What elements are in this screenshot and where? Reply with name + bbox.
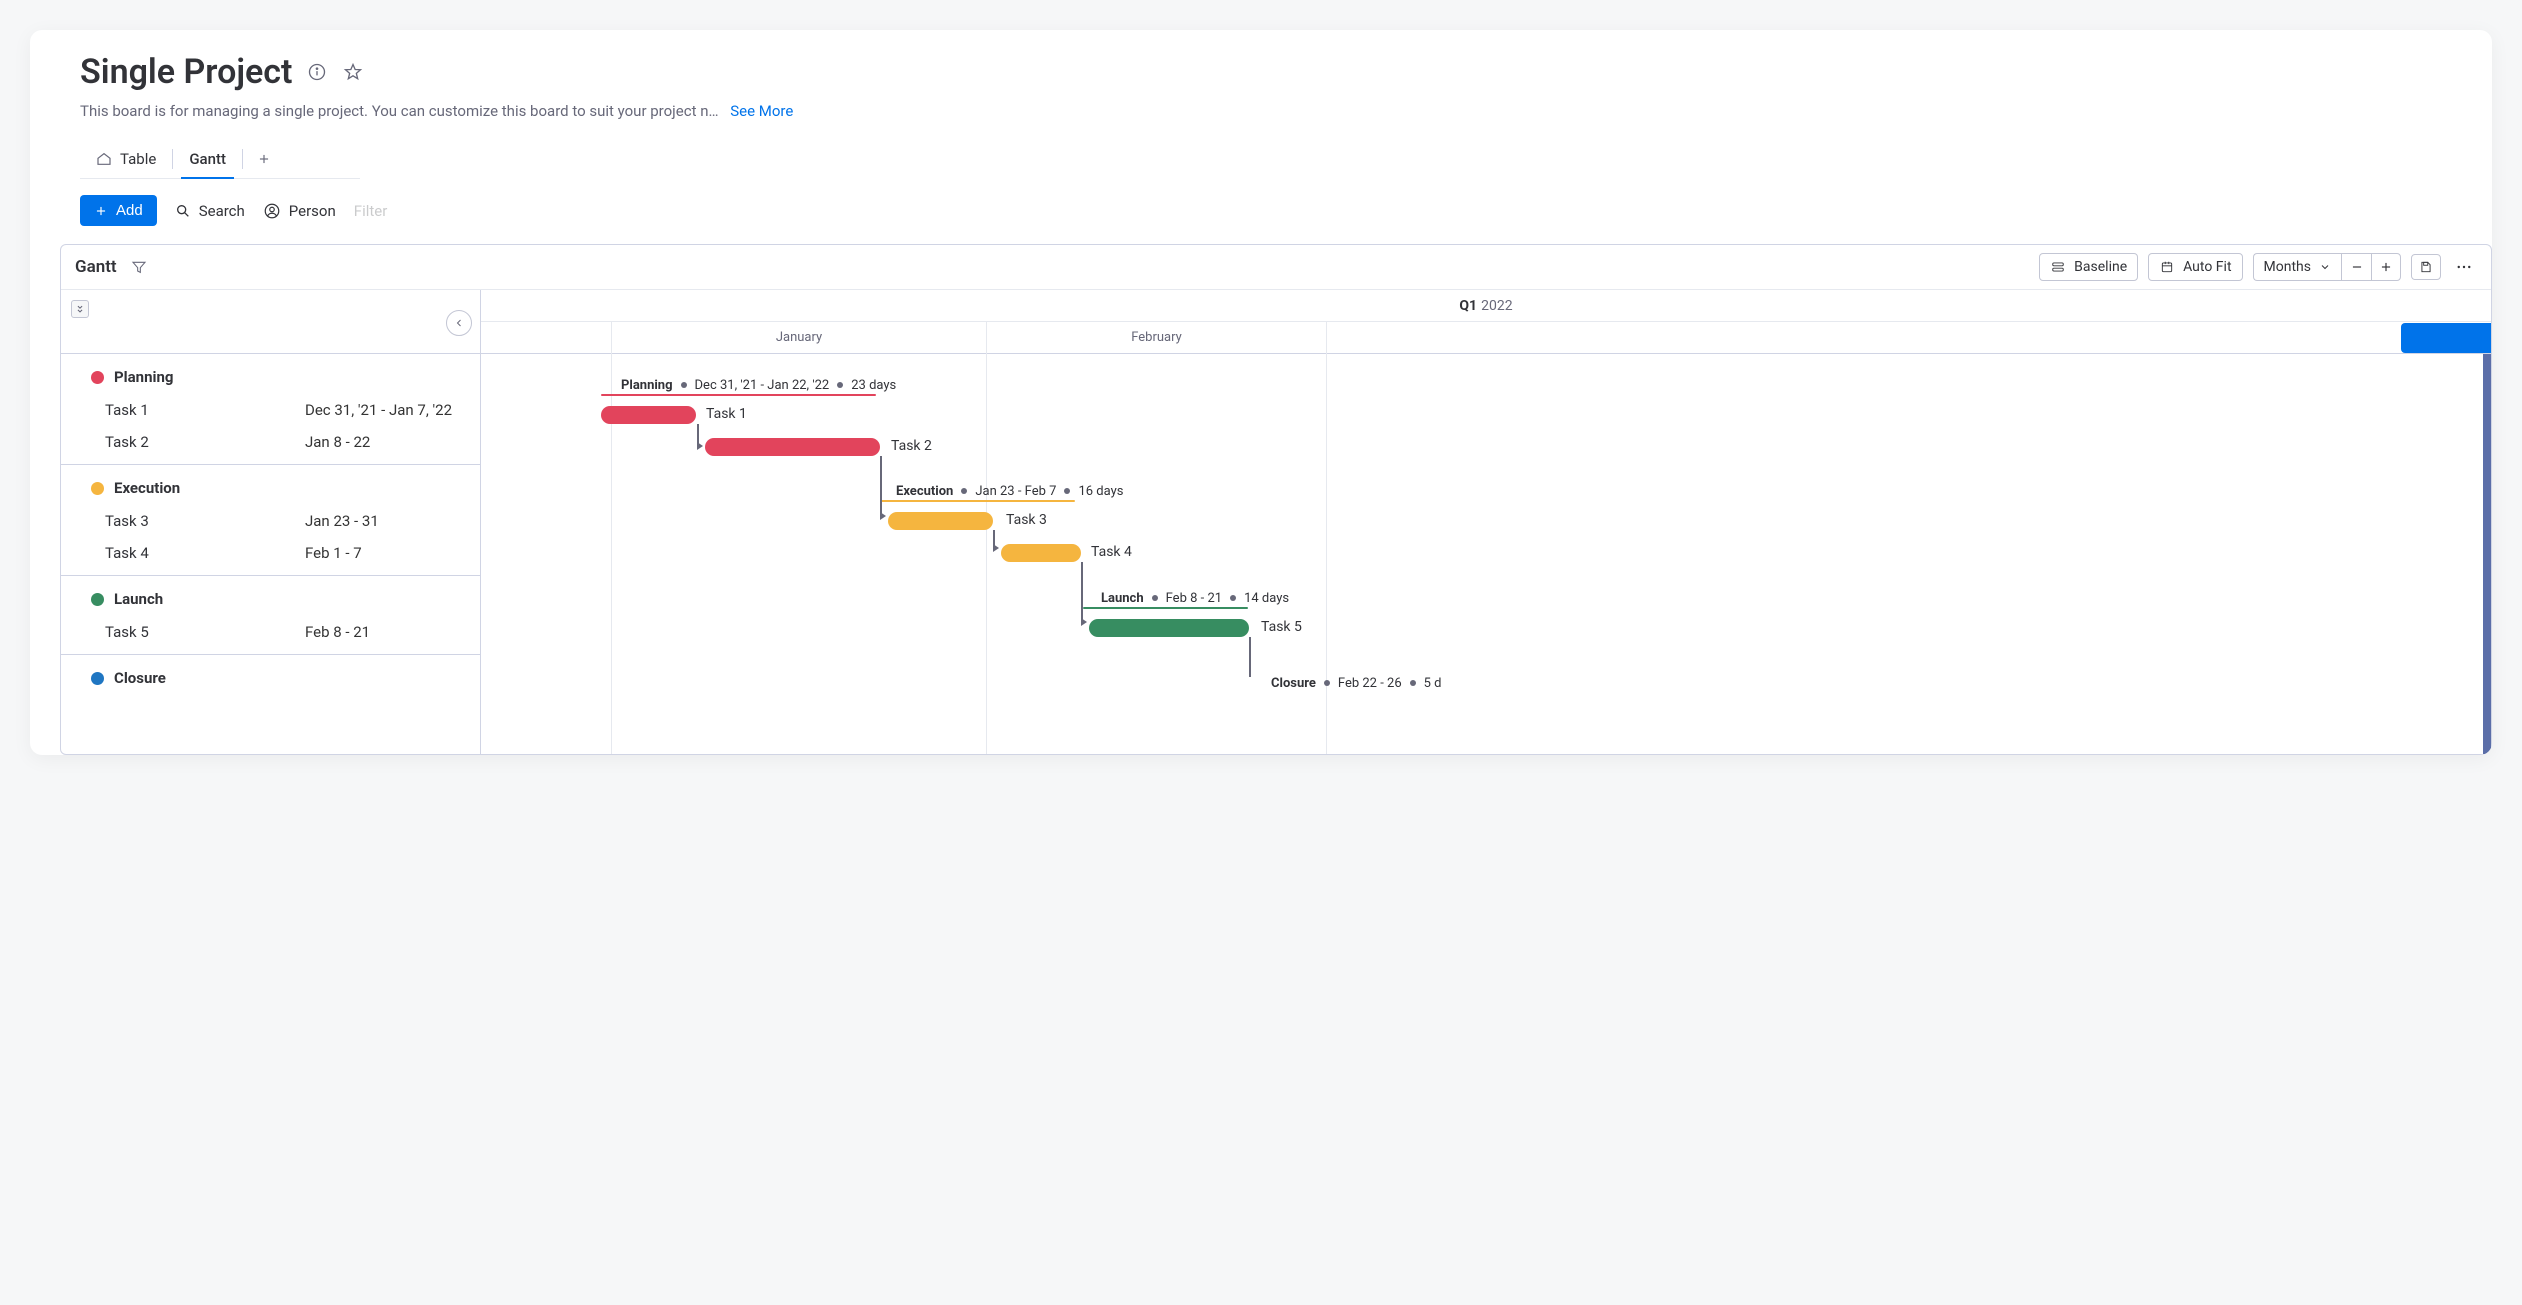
chevron-left-icon (453, 317, 465, 329)
zoom-out-button[interactable] (2341, 253, 2371, 281)
task-row[interactable]: Task 1 Dec 31, '21 - Jan 7, '22 (61, 394, 480, 426)
group-color-dot (91, 371, 104, 384)
add-button[interactable]: Add (80, 195, 157, 226)
autofit-button[interactable]: Auto Fit (2148, 253, 2242, 281)
task-row[interactable]: Task 2 Jan 8 - 22 (61, 426, 480, 458)
task-bar[interactable] (888, 512, 993, 530)
task-bar-label: Task 3 (1006, 512, 1047, 528)
collapse-sidebar-button[interactable] (446, 310, 472, 336)
dots-icon (2455, 258, 2473, 276)
range-label: Months (2264, 259, 2311, 275)
info-icon[interactable] (306, 61, 328, 83)
page-title: Single Project (80, 52, 292, 92)
chevrons-icon (75, 304, 85, 314)
search-button[interactable]: Search (175, 202, 245, 220)
task-name: Task 1 (105, 401, 305, 419)
export-button[interactable] (2411, 254, 2441, 280)
zoom-in-button[interactable] (2371, 253, 2401, 281)
task-name: Task 2 (105, 433, 305, 451)
task-date: Jan 8 - 22 (305, 433, 370, 451)
filter-button[interactable]: Filter (354, 202, 388, 220)
group-summary-bar[interactable] (601, 394, 876, 396)
task-row[interactable]: Task 5 Feb 8 - 21 (61, 616, 480, 648)
scrollbar[interactable] (2483, 354, 2491, 754)
task-bar[interactable] (1089, 619, 1249, 637)
person-button[interactable]: Person (263, 202, 336, 220)
group-summary-label: Execution Jan 23 - Feb 7 16 days (896, 482, 1123, 500)
filter-icon[interactable] (131, 259, 147, 275)
group-color-dot (91, 593, 104, 606)
month-label: February (986, 322, 1326, 354)
task-bar[interactable] (705, 438, 880, 456)
task-date: Jan 23 - 31 (305, 512, 379, 530)
save-icon (2419, 260, 2433, 274)
group-name: Launch (114, 590, 163, 608)
baseline-icon (2050, 260, 2066, 274)
task-date: Dec 31, '21 - Jan 7, '22 (305, 401, 452, 419)
plus-icon (2379, 260, 2393, 274)
group-summary-label: Planning Dec 31, '21 - Jan 22, '22 23 da… (621, 376, 896, 394)
baseline-button[interactable]: Baseline (2039, 253, 2138, 281)
group-summary-bar[interactable] (1083, 607, 1248, 609)
group-name: Planning (114, 368, 173, 386)
add-button-label: Add (116, 202, 143, 219)
add-tab-button[interactable] (243, 142, 285, 176)
group-color-dot (91, 482, 104, 495)
baseline-label: Baseline (2074, 259, 2127, 275)
task-row[interactable]: Task 4 Feb 1 - 7 (61, 537, 480, 569)
minus-icon (2350, 260, 2364, 274)
home-icon (96, 151, 112, 167)
task-bar-label: Task 4 (1091, 544, 1132, 560)
tab-gantt[interactable]: Gantt (173, 140, 242, 178)
group-name: Closure (114, 669, 166, 687)
month-spacer (1326, 322, 2491, 354)
tab-table-label: Table (120, 150, 156, 168)
plus-icon (94, 204, 108, 218)
group-execution[interactable]: Execution Task 3 Jan 23 - 31 Task 4 Feb … (61, 465, 480, 576)
month-spacer (481, 322, 611, 354)
month-label: January (611, 322, 986, 354)
collapse-all-button[interactable] (71, 300, 89, 318)
person-icon (263, 202, 281, 220)
task-name: Task 5 (105, 623, 305, 641)
task-bar[interactable] (601, 406, 696, 424)
autofit-label: Auto Fit (2183, 259, 2231, 275)
group-name: Execution (114, 479, 180, 497)
star-icon[interactable] (342, 61, 364, 83)
task-name: Task 3 (105, 512, 305, 530)
range-select[interactable]: Months (2253, 253, 2341, 281)
board-description: This board is for managing a single proj… (80, 102, 719, 120)
calendar-icon (2159, 260, 2175, 274)
tab-gantt-label: Gantt (189, 150, 226, 168)
task-name: Task 4 (105, 544, 305, 562)
group-launch[interactable]: Launch Task 5 Feb 8 - 21 (61, 576, 480, 655)
current-date-indicator (2401, 323, 2491, 353)
task-bar-label: Task 1 (706, 406, 747, 422)
more-menu-button[interactable] (2451, 254, 2477, 280)
search-label: Search (199, 202, 245, 220)
search-icon (175, 203, 191, 219)
person-label: Person (289, 202, 336, 220)
group-summary-bar[interactable] (880, 500, 1075, 502)
task-date: Feb 8 - 21 (305, 623, 370, 641)
tab-table[interactable]: Table (80, 140, 172, 178)
gantt-title: Gantt (75, 257, 117, 277)
filter-label: Filter (354, 202, 388, 220)
group-color-dot (91, 672, 104, 685)
task-date: Feb 1 - 7 (305, 544, 362, 562)
group-summary-label: Launch Feb 8 - 21 14 days (1101, 589, 1289, 607)
task-row[interactable]: Task 3 Jan 23 - 31 (61, 505, 480, 537)
group-planning[interactable]: Planning Task 1 Dec 31, '21 - Jan 7, '22… (61, 354, 480, 465)
task-bar-label: Task 2 (891, 438, 932, 454)
group-summary-label: Closure Feb 22 - 26 5 d (1271, 674, 1442, 692)
group-closure[interactable]: Closure (61, 655, 480, 701)
task-bar-label: Task 5 (1261, 619, 1302, 635)
plus-icon (257, 152, 271, 166)
chevron-down-icon (2319, 261, 2331, 273)
see-more-link[interactable]: See More (730, 102, 793, 120)
gantt-chart[interactable]: Planning Dec 31, '21 - Jan 22, '22 23 da… (481, 354, 2491, 754)
task-bar[interactable] (1001, 544, 1081, 562)
quarter-label: Q12022 (481, 290, 2491, 322)
